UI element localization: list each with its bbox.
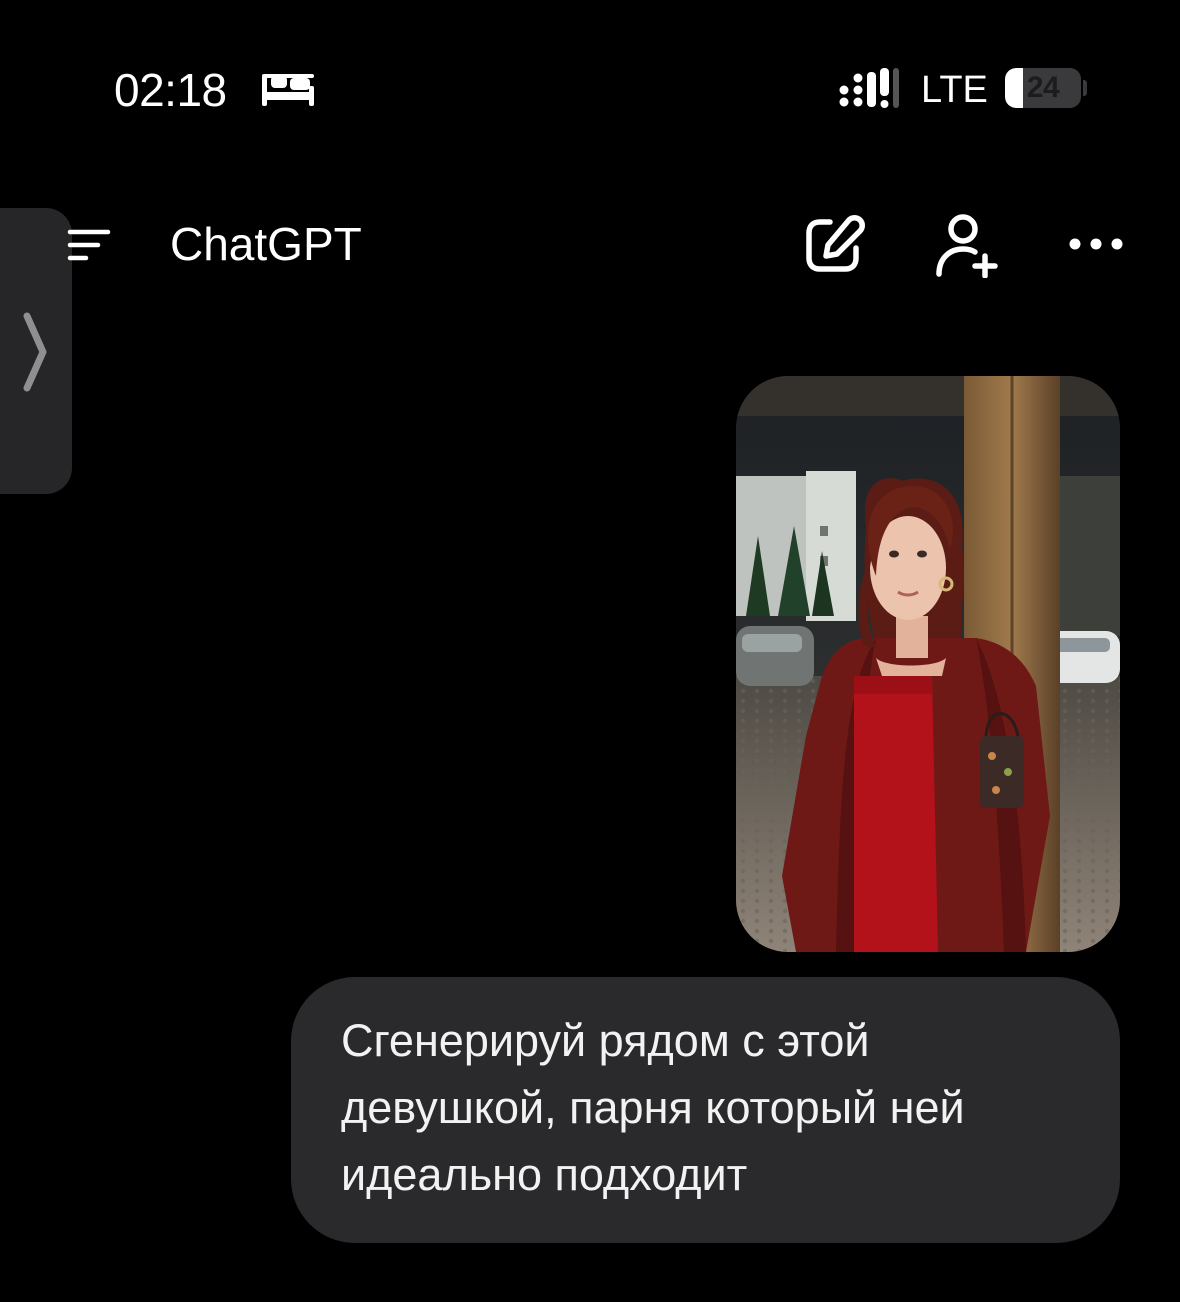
battery-indicator: 24 [1005,68,1081,108]
bed-icon [262,74,314,106]
chevron-right-icon[interactable] [22,312,48,392]
edit-icon[interactable] [800,212,866,278]
message-photo-attachment[interactable] [736,376,1120,952]
more-horizontal-icon[interactable] [1066,224,1126,264]
battery-tip [1083,80,1087,96]
person-add-icon[interactable] [930,212,1000,278]
battery-level: 24 [1026,71,1060,104]
menu-icon[interactable] [66,226,112,266]
page-title: ChatGPT [170,218,362,270]
user-message-bubble: Сгенерируй рядом с этой девушкой, парня … [291,977,1120,1243]
photo-illustration [736,376,1120,952]
network-type: LTE [921,69,988,111]
status-time: 02:18 [114,64,227,116]
cellular-signal-icon [839,68,899,108]
message-text: Сгенерируй рядом с этой девушкой, парня … [341,1015,965,1200]
